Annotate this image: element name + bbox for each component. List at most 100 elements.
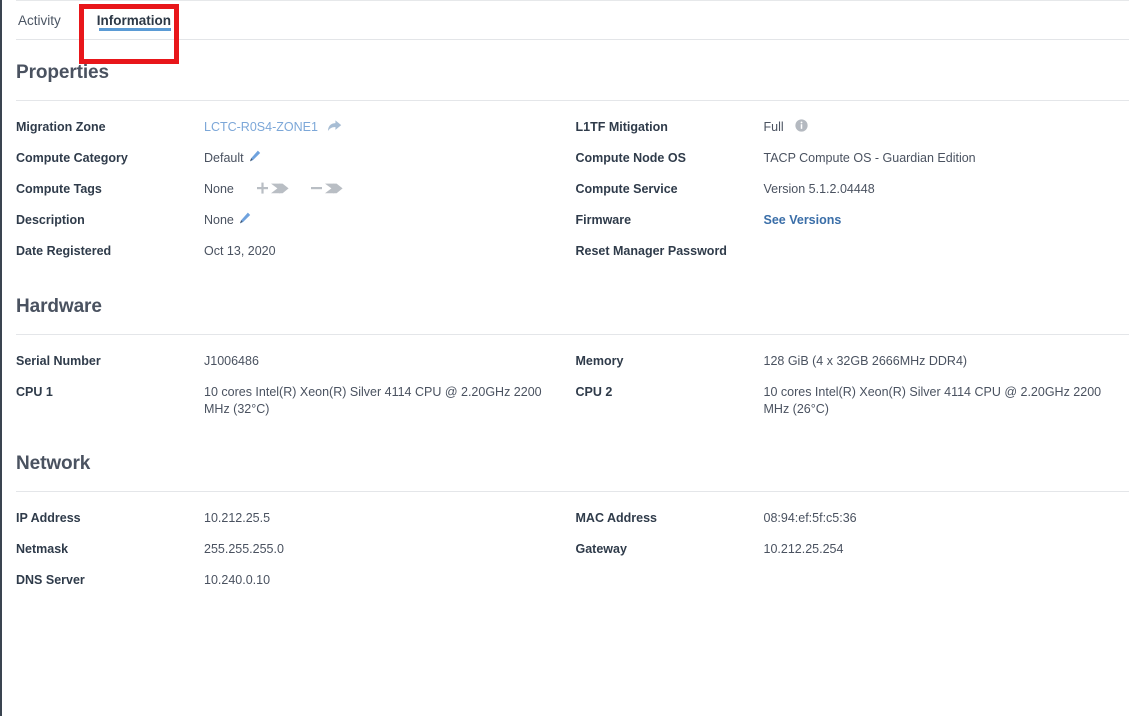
property-value: 08:94:ef:5f:c5:36 [764,510,1130,527]
property-row: CPU 1 10 cores Intel(R) Xeon(R) Silver 41… [16,384,573,418]
property-label: Description [16,213,85,227]
tab-label: Information [96,12,172,28]
property-value: None [204,212,573,229]
property-value-text: TACP Compute OS - Guardian Edition [763,151,976,165]
property-label: Compute Tags [16,182,102,196]
property-value-text: J1006486 [204,354,259,368]
pencil-icon[interactable] [239,212,251,224]
section-properties: Properties Migration Zone LCTC-R0S4-ZONE1 C… [16,40,1129,274]
property-column-right: L1TF Mitigation Full Compute Node OS TACP C… [573,119,1130,274]
property-grid: IP Address 10.212.25.5 Netmask 255.255.255.… [16,492,1129,603]
property-row: Firmware See Versions [576,212,1130,230]
property-value: Oct 13, 2020 [204,243,573,260]
property-row: Description None [16,212,573,230]
property-value: Full [764,119,1130,136]
property-row: Memory 128 GiB (4 x 32GB 2666MHz DDR4) [576,353,1130,371]
property-row: Compute Category Default [16,150,573,168]
property-value: J1006486 [204,353,573,370]
property-value: None [204,181,573,198]
tab-information[interactable]: Information [97,1,177,39]
add-tag-icon[interactable] [256,181,289,196]
section-hardware: Hardware Serial Number J1006486 CPU 1 10 cor… [16,274,1129,431]
pencil-icon[interactable] [249,150,261,162]
property-row: IP Address 10.212.25.5 [16,510,573,528]
property-label: CPU 2 [575,385,613,399]
property-label: DNS Server [16,573,85,587]
property-label: Serial Number [16,354,101,368]
property-value: 10 cores Intel(R) Xeon(R) Silver 4114 CP… [204,384,556,418]
property-column-left: Serial Number J1006486 CPU 1 10 cores Intel… [16,353,573,431]
property-row: Gateway 10.212.25.254 [576,541,1130,559]
tab-activity[interactable]: Activity [16,1,75,39]
sections-container: Properties Migration Zone LCTC-R0S4-ZONE1 C… [2,40,1143,603]
property-label: L1TF Mitigation [575,120,668,134]
property-row: Compute Tags None [16,181,573,199]
property-value: 10.212.25.5 [204,510,573,527]
property-value-text: 10 cores Intel(R) Xeon(R) Silver 4114 CP… [763,385,1102,416]
property-value: 255.255.255.0 [204,541,573,558]
property-label: Compute Category [16,151,128,165]
property-row: L1TF Mitigation Full [576,119,1130,137]
property-value-text: 08:94:ef:5f:c5:36 [763,511,857,525]
active-tab-underline [98,28,172,31]
property-value: TACP Compute OS - Guardian Edition [764,150,1130,167]
property-value: 10 cores Intel(R) Xeon(R) Silver 4114 CP… [764,384,1116,418]
property-row: DNS Server 10.240.0.10 [16,572,573,590]
property-value: Version 5.1.2.04448 [764,181,1130,198]
property-value: 128 GiB (4 x 32GB 2666MHz DDR4) [764,353,1130,370]
section-heading: Network [16,453,91,474]
property-value-text: Default [204,151,244,165]
property-row: Migration Zone LCTC-R0S4-ZONE1 [16,119,573,137]
section-heading: Properties [16,62,109,83]
property-value-text: 10.212.25.5 [204,511,271,525]
share-icon[interactable] [327,119,342,133]
property-row: Date Registered Oct 13, 2020 [16,243,573,261]
property-grid: Migration Zone LCTC-R0S4-ZONE1 Compute Cat… [16,101,1129,274]
reset-manager-password-link[interactable]: Reset Manager Password [576,243,727,260]
property-column-right: Memory 128 GiB (4 x 32GB 2666MHz DDR4) CPU… [573,353,1130,431]
info-icon [795,119,808,132]
property-grid: Serial Number J1006486 CPU 1 10 cores Intel… [16,335,1129,431]
property-column-right: MAC Address 08:94:ef:5f:c5:36 Gateway 10.21… [573,510,1130,603]
property-value: Default [204,150,573,167]
property-value-text: 10.212.25.254 [763,542,844,556]
property-value-text: Oct 13, 2020 [204,244,276,258]
property-label: Firmware [575,213,632,227]
property-label: Date Registered [16,244,112,258]
property-value-text[interactable]: See Versions [764,212,842,229]
tab-label: Activity [18,12,61,28]
property-column-left: IP Address 10.212.25.5 Netmask 255.255.255.… [16,510,573,603]
property-row: Compute Node OS TACP Compute OS - Guardia… [576,150,1130,168]
property-label: Migration Zone [16,120,106,134]
property-row: Serial Number J1006486 [16,353,573,371]
property-value: 10.212.25.254 [764,541,1130,558]
property-label: Compute Service [575,182,678,196]
property-row: MAC Address 08:94:ef:5f:c5:36 [576,510,1130,528]
property-value-text: 10.240.0.10 [204,573,271,587]
property-value-text: Version 5.1.2.04448 [763,182,875,196]
property-value-text[interactable]: LCTC-R0S4-ZONE1 [204,119,318,136]
property-column-left: Migration Zone LCTC-R0S4-ZONE1 Compute Cat… [16,119,573,274]
property-value-text: None [204,182,234,196]
property-row: CPU 2 10 cores Intel(R) Xeon(R) Silver 41… [576,384,1130,418]
property-label: Netmask [16,542,69,556]
property-row: Reset Manager Password [576,243,1130,261]
property-value: See Versions [764,212,1130,229]
property-value: LCTC-R0S4-ZONE1 [204,119,573,136]
property-label: MAC Address [575,511,658,525]
section-heading: Hardware [16,296,102,317]
property-row: Netmask 255.255.255.0 [16,541,573,559]
property-label: IP Address [16,511,81,525]
remove-tag-icon[interactable] [310,181,343,196]
property-label: Memory [575,354,624,368]
information-page: Activity Information Properties Migration … [2,0,1143,716]
property-row: Compute Service Version 5.1.2.04448 [576,181,1130,199]
property-value-text: 255.255.255.0 [204,542,284,556]
section-network: Network IP Address 10.212.25.5 Netmask 255.2… [16,431,1129,603]
property-value-text: 10 cores Intel(R) Xeon(R) Silver 4114 CP… [204,385,542,416]
property-label: Gateway [575,542,627,556]
property-value-text: 128 GiB (4 x 32GB 2666MHz DDR4) [763,354,968,368]
property-value: 10.240.0.10 [204,572,573,589]
property-label: CPU 1 [16,385,53,399]
property-label: Compute Node OS [575,151,686,165]
